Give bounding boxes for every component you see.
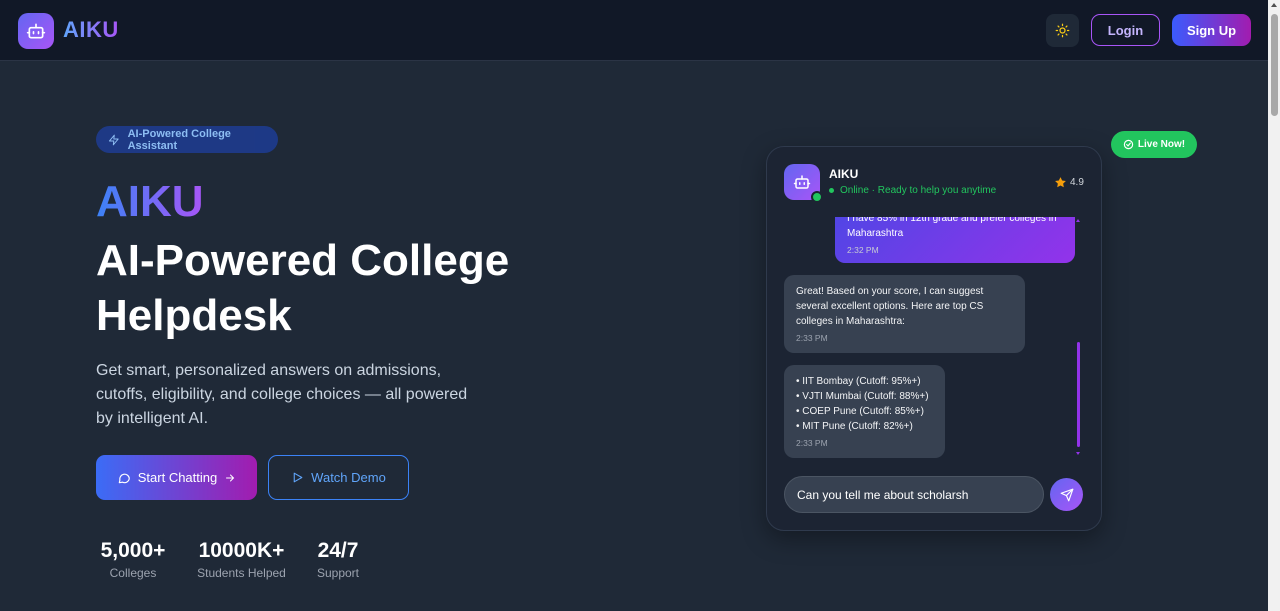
hero-title: AI-Powered College Helpdesk [96,236,510,340]
watch-demo-label: Watch Demo [311,470,386,485]
live-now-badge: Live Now! [1111,131,1197,158]
start-chatting-label: Start Chatting [137,470,218,485]
signup-button[interactable]: Sign Up [1172,14,1251,46]
robot-icon [793,175,811,189]
bot-name: AIKU [829,167,859,181]
college-list-line: • VJTI Mumbai (Cutoff: 88%+) [796,391,929,402]
bot-status: Online · Ready to help you anytime [829,185,996,196]
chat-message-input[interactable] [784,476,1044,513]
stat-colleges: 5,000+ Colleges [96,538,170,581]
arrow-right-icon [226,474,235,481]
chat-scroll-down-arrow[interactable] [1076,452,1080,455]
hero-badge-label: AI-Powered College Assistant [127,127,231,152]
robot-icon [26,23,46,39]
watch-demo-button[interactable]: Watch Demo [268,455,409,500]
start-chatting-button[interactable]: Start Chatting [96,455,257,500]
status-dot [829,188,834,193]
sun-icon [1055,23,1070,38]
brand-name[interactable]: AIKU [63,17,119,43]
user-message: I have 85% in 12th grade and prefer coll… [835,217,1075,263]
college-list-line: • COEP Pune (Cutoff: 85%+) [796,406,924,417]
bot-rating: 4.9 [1054,176,1084,189]
bot-message: Great! Based on your score, I can sugges… [784,275,1025,353]
login-button[interactable]: Login [1091,14,1160,46]
chat-scroll-up-arrow[interactable] [1076,219,1080,222]
bot-message: • IIT Bombay (Cutoff: 95%+) • VJTI Mumba… [784,365,945,458]
theme-toggle-button[interactable] [1046,14,1079,47]
live-now-label: Live Now! [1137,139,1186,150]
stat-students-helped: 10000K+ Students Helped [193,538,290,581]
star-icon [1055,177,1066,188]
chat-bubble-icon [118,473,130,483]
bot-status-text: Online · Ready to help you anytime [840,185,997,196]
send-button[interactable] [1050,478,1083,511]
chat-message-area[interactable]: I have 85% in 12th grade and prefer coll… [767,217,1101,461]
check-circle-icon [1123,139,1134,150]
online-indicator [811,191,823,203]
brand-logo[interactable] [18,13,54,49]
chat-scrollbar-thumb[interactable] [1077,342,1080,447]
hero-description: Get smart, personalized answers on admis… [96,362,468,427]
scroll-up-arrow[interactable] [1271,3,1277,7]
rating-value: 4.9 [1070,177,1084,188]
stat-label: Students Helped [197,566,286,580]
send-icon [1060,488,1073,501]
page-scrollbar-thumb[interactable] [1271,14,1278,116]
message-time: 2:33 PM [796,438,828,448]
stat-value: 24/7 [317,539,359,562]
stat-value: 10000K+ [198,539,285,562]
college-list-line: • MIT Pune (Cutoff: 82%+) [796,421,913,432]
message-time: 2:32 PM [847,245,879,255]
message-time: 2:33 PM [796,333,828,343]
stat-support: 24/7 Support [310,538,366,581]
hero-brand: AIKU [96,177,204,226]
stat-label: Support [316,566,360,580]
play-icon [293,472,303,483]
stat-value: 5,000+ [100,539,166,562]
message-text: Great! Based on your score, I can sugges… [796,286,984,327]
college-list-line: • IIT Bombay (Cutoff: 95%+) [796,376,921,387]
message-text: I have 85% in 12th grade and prefer coll… [847,217,1057,239]
bolt-icon [108,134,119,145]
top-navbar: AIKU Login Sign Up [0,0,1268,61]
hero-badge: AI-Powered College Assistant [96,126,278,153]
stat-label: Colleges [109,566,157,580]
